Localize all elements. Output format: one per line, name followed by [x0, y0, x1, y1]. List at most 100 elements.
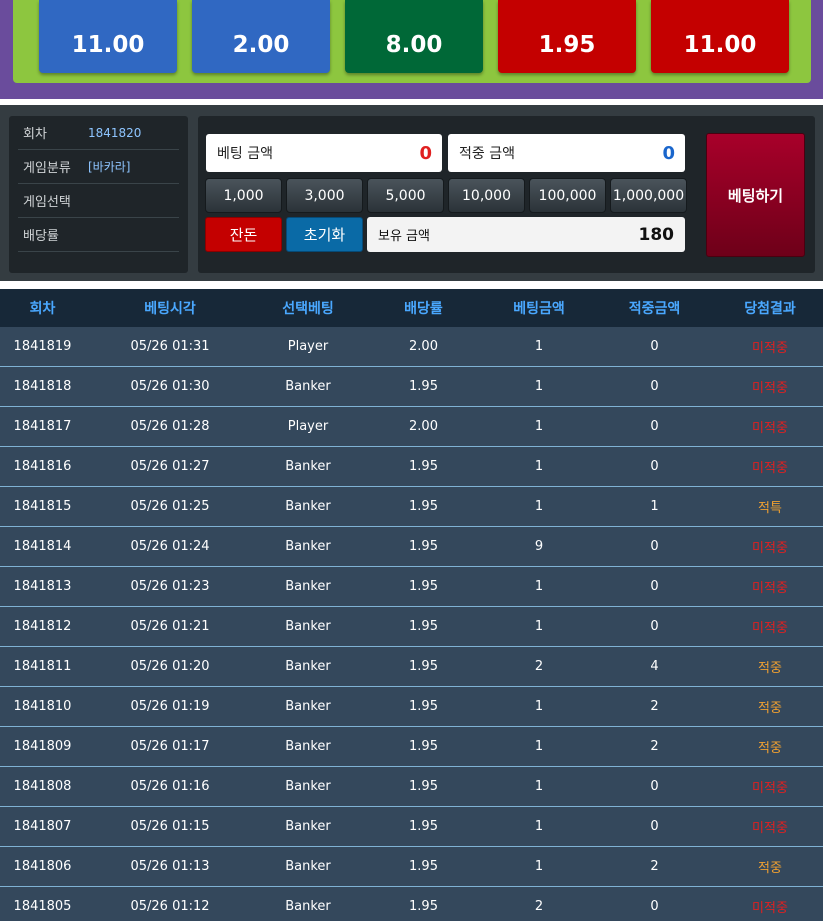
cell-round: 1841813 — [13, 579, 72, 594]
cell-round: 1841818 — [13, 379, 72, 394]
table-row: 1841810 05/26 01:19 Banker 1.95 1 2 적중 — [0, 687, 823, 727]
header-bet-amount: 베팅금액 — [513, 301, 565, 317]
cell-win-amount: 0 — [650, 379, 659, 394]
table-row: 1841806 05/26 01:13 Banker 1.95 1 2 적중 — [0, 847, 823, 887]
bet-panel: 회차 1841820 게임분류 [바카라] 게임선택 배당률 베팅 금액 0 적… — [0, 105, 823, 281]
cell-bet-amount: 1 — [534, 379, 544, 394]
cell-bet-time: 05/26 01:25 — [130, 499, 210, 514]
chip-5000-button[interactable]: 5,000 — [367, 178, 444, 213]
odds-button-3[interactable]: 8.00 — [345, 0, 483, 73]
cell-round: 1841809 — [13, 739, 72, 754]
round-info-box: 회차 1841820 게임분류 [바카라] 게임선택 배당률 — [9, 116, 188, 273]
odds-button-4[interactable]: 1.95 — [498, 0, 636, 73]
cell-bet-amount: 1 — [534, 859, 544, 874]
cell-win-amount: 2 — [650, 739, 659, 754]
chip-1000000-button[interactable]: 1,000,000 — [610, 178, 687, 213]
cell-result: 적중 — [758, 861, 782, 876]
cell-result: 미적중 — [752, 901, 788, 916]
holding-value: 180 — [638, 224, 675, 245]
cell-selection: Banker — [285, 619, 331, 634]
info-row-game-type: 게임분류 [바카라] — [18, 150, 179, 184]
cell-odds: 1.95 — [409, 499, 438, 514]
odds-button-5[interactable]: 11.00 — [651, 0, 789, 73]
cell-win-amount: 1 — [650, 499, 659, 514]
cell-result: 미적중 — [752, 621, 788, 636]
cell-round: 1841819 — [13, 339, 72, 354]
info-row-round: 회차 1841820 — [18, 116, 179, 150]
table-body: 1841819 05/26 01:31 Player 2.00 1 0 미적중 1841818… — [0, 327, 823, 921]
cell-win-amount: 0 — [650, 779, 659, 794]
cell-odds: 1.95 — [409, 379, 438, 394]
cell-odds: 1.95 — [409, 579, 438, 594]
table-row: 1841819 05/26 01:31 Player 2.00 1 0 미적중 — [0, 327, 823, 367]
cell-odds: 2.00 — [409, 339, 438, 354]
bet-amount-label: 베팅 금액 — [217, 146, 273, 162]
cell-result: 미적중 — [752, 381, 788, 396]
header-odds: 배당률 — [404, 301, 443, 317]
cell-bet-time: 05/26 01:28 — [130, 419, 210, 434]
cell-selection: Banker — [285, 899, 331, 914]
cell-win-amount: 0 — [650, 899, 659, 914]
cell-bet-time: 05/26 01:15 — [130, 819, 210, 834]
chip-1000-button[interactable]: 1,000 — [205, 178, 282, 213]
cell-round: 1841806 — [13, 859, 72, 874]
cell-bet-amount: 9 — [534, 539, 544, 554]
cell-result: 미적중 — [752, 541, 788, 556]
cell-bet-time: 05/26 01:12 — [130, 899, 210, 914]
cell-win-amount: 2 — [650, 699, 659, 714]
cell-round: 1841815 — [13, 499, 72, 514]
cell-result: 미적중 — [752, 461, 788, 476]
cell-bet-time: 05/26 01:21 — [130, 619, 210, 634]
cell-result: 미적중 — [752, 781, 788, 796]
table-row: 1841816 05/26 01:27 Banker 1.95 1 0 미적중 — [0, 447, 823, 487]
cell-result: 적중 — [758, 701, 782, 716]
cell-win-amount: 0 — [650, 619, 659, 634]
cell-bet-time: 05/26 01:13 — [130, 859, 210, 874]
cell-win-amount: 2 — [650, 859, 659, 874]
cell-selection: Banker — [285, 739, 331, 754]
table-row: 1841808 05/26 01:16 Banker 1.95 1 0 미적중 — [0, 767, 823, 807]
header-round: 회차 — [29, 301, 56, 317]
cell-result: 미적중 — [752, 581, 788, 596]
change-button[interactable]: 잔돈 — [205, 217, 282, 252]
cell-round: 1841807 — [13, 819, 72, 834]
cell-bet-amount: 1 — [534, 619, 544, 634]
cell-bet-amount: 1 — [534, 499, 544, 514]
bet-amount-field[interactable]: 베팅 금액 0 — [206, 134, 442, 172]
table-row: 1841815 05/26 01:25 Banker 1.95 1 1 적특 — [0, 487, 823, 527]
cell-selection: Player — [287, 339, 329, 354]
win-amount-field: 적중 금액 0 — [448, 134, 685, 172]
cell-bet-time: 05/26 01:16 — [130, 779, 210, 794]
cell-round: 1841817 — [13, 419, 72, 434]
cell-selection: Banker — [285, 579, 331, 594]
round-value: 1841820 — [88, 125, 142, 140]
cell-selection: Banker — [285, 859, 331, 874]
cell-bet-amount: 1 — [534, 459, 544, 474]
table-header: 회차 베팅시각 선택베팅 배당률 베팅금액 적중금액 당첨결과 — [0, 289, 823, 327]
chip-3000-button[interactable]: 3,000 — [286, 178, 363, 213]
cell-odds: 1.95 — [409, 819, 438, 834]
cell-result: 적중 — [758, 661, 782, 676]
holding-amount: 보유 금액 180 — [367, 217, 685, 252]
cell-bet-amount: 1 — [534, 699, 544, 714]
cell-bet-time: 05/26 01:23 — [130, 579, 210, 594]
table-row: 1841817 05/26 01:28 Player 2.00 1 0 미적중 — [0, 407, 823, 447]
bet-amount-value: 0 — [419, 142, 432, 164]
chip-10000-button[interactable]: 10,000 — [448, 178, 525, 213]
odds-button-1[interactable]: 11.00 — [39, 0, 177, 73]
header-bet-time: 베팅시각 — [144, 301, 196, 317]
reset-button[interactable]: 초기화 — [286, 217, 363, 252]
cell-odds: 1.95 — [409, 859, 438, 874]
cell-bet-time: 05/26 01:27 — [130, 459, 210, 474]
cell-round: 1841808 — [13, 779, 72, 794]
cell-win-amount: 4 — [650, 659, 659, 674]
chip-100000-button[interactable]: 100,000 — [529, 178, 606, 213]
odds-button-2[interactable]: 2.00 — [192, 0, 330, 73]
cell-win-amount: 0 — [650, 819, 659, 834]
cell-odds: 1.95 — [409, 659, 438, 674]
place-bet-button[interactable]: 베팅하기 — [706, 133, 805, 257]
cell-win-amount: 0 — [650, 459, 659, 474]
cell-bet-amount: 1 — [534, 339, 544, 354]
cell-bet-time: 05/26 01:20 — [130, 659, 210, 674]
cell-result: 미적중 — [752, 421, 788, 436]
